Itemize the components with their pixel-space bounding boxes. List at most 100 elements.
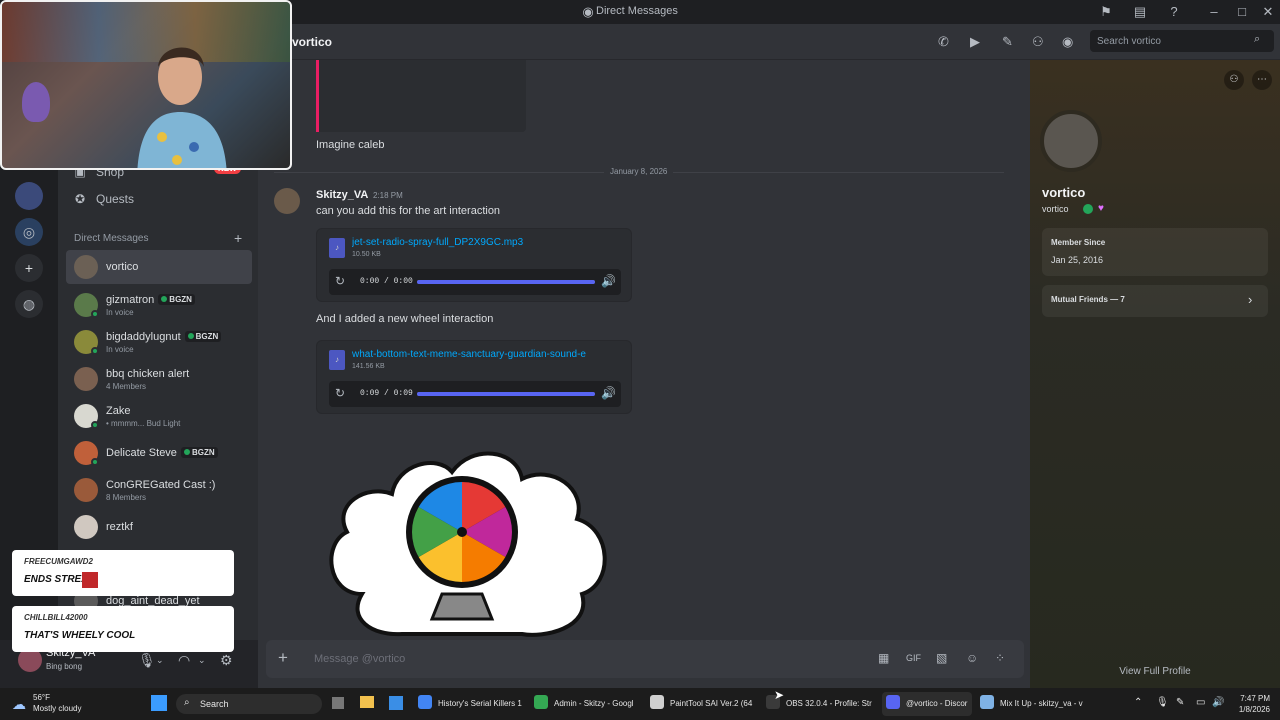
weather-widget[interactable]: 56°F Mostly cloudy [33,692,81,714]
sticker-icon[interactable]: ▧ [936,651,947,665]
gif-icon[interactable]: GIF [906,653,921,663]
dm-item-bigdaddylugnut[interactable]: bigdaddylugnut BGZN In voice [66,325,252,359]
taskbar-clock[interactable]: 7:47 PM 1/8/2026 [1228,693,1270,715]
dm-item-congregated-cast[interactable]: ConGREGated Cast :) 8 Members [66,473,252,507]
chat-username: FREECUMGAWD2 [24,557,93,566]
message-text: Imagine caleb [316,139,385,151]
add-friends-icon[interactable]: ⚇ [1032,34,1044,50]
report-flag-icon[interactable]: ⚑ [1098,4,1114,20]
volume-icon[interactable]: 🔊 [601,386,616,400]
maximize-icon[interactable]: □ [1234,4,1250,20]
replay-icon[interactable]: ↻ [335,274,345,288]
add-server-icon[interactable]: + [15,254,43,282]
discover-icon[interactable]: ◍ [15,290,43,318]
create-dm-icon[interactable]: + [234,230,242,246]
tray-overflow-icon[interactable]: ⌃ [1134,697,1142,708]
taskbar-app[interactable]: Mix It Up - skitzy_va - v [980,692,1086,716]
windows-start-icon[interactable] [151,695,167,711]
task-view-icon[interactable] [332,697,344,709]
display-icon[interactable]: ▭ [1196,697,1205,708]
message-text: And I added a new wheel interaction [316,313,494,325]
painttool-icon [650,695,664,709]
apps-icon[interactable]: ⁘ [995,651,1005,665]
streamer-image [137,47,227,168]
mutual-friends-row[interactable]: Mutual Friends — 7 › [1042,285,1268,317]
member-since-date: Jan 25, 2016 [1051,255,1104,265]
author-avatar[interactable] [274,188,300,214]
dm-subtext: In voice [106,345,134,354]
dm-item-gizmatron[interactable]: gizmatron BGZN In voice [66,288,252,322]
chevron-down-icon[interactable]: ⌄ [198,655,206,666]
plush-toy [22,82,50,122]
message-input[interactable] [314,649,834,669]
settings-gear-icon[interactable]: ⚙ [220,652,233,669]
chevron-down-icon[interactable]: ⌄ [156,655,164,666]
more-options-icon[interactable]: ⋯ [1252,70,1272,90]
file-name-link[interactable]: jet-set-radio-spray-full_DP2X9GC.mp3 [352,237,523,248]
dm-item-vortico[interactable]: vortico [66,250,252,284]
view-full-profile-link[interactable]: View Full Profile [1030,666,1280,677]
pinned-messages-icon[interactable]: ✎ [1002,34,1013,50]
taskbar-app[interactable]: PaintTool SAI Ver.2 (64 [650,692,756,716]
seek-bar[interactable] [417,280,595,284]
gift-icon[interactable]: ▦ [878,651,889,665]
avatar [74,515,98,539]
voice-call-icon[interactable]: ✆ [938,34,949,50]
profile-panel: ⚇ ⋯ vortico vortico ♥ Member Since Jan 2… [1030,60,1280,688]
server-icon[interactable] [15,182,43,210]
message-author[interactable]: Skitzy_VA [316,189,368,201]
mic-tray-icon[interactable]: 🎙 [1156,697,1169,708]
volume-icon[interactable]: 🔊 [601,274,616,288]
dm-item-delicate-steve[interactable]: Delicate Steve BGZN [66,436,252,470]
minimize-icon[interactable]: – [1206,4,1222,20]
headphones-icon[interactable]: ◠ [178,652,190,669]
search-icon: ⌕ [184,697,190,708]
date-divider-label: January 8, 2026 [604,167,674,176]
add-friend-icon[interactable]: ⚇ [1224,70,1244,90]
video-call-icon[interactable]: ▶ [970,34,980,50]
dm-item-bbq-chicken-alert[interactable]: bbq chicken alert 4 Members [66,362,252,396]
close-icon[interactable]: ✕ [1260,4,1276,20]
dm-name: reztkf [106,521,133,533]
chat-message: THAT'S WHEELY COOL [24,630,136,641]
file-name-link[interactable]: what-bottom-text-meme-sanctuary-guardian… [352,349,586,360]
dm-item-reztkf[interactable]: reztkf [66,510,252,544]
inbox-icon[interactable]: ▤ [1132,4,1148,20]
user-status: Bing bong [46,662,83,671]
user-profile-icon[interactable]: ◉ [1062,34,1073,50]
nav-quests[interactable]: ✪ Quests [72,192,134,212]
windows-taskbar: ☁ 56°F Mostly cloudy ⌕ Search History's … [0,688,1280,720]
online-status [91,421,99,429]
dm-name: ConGREGated Cast :) [106,479,216,491]
speaker-icon[interactable]: 🔊 [1212,697,1224,708]
taskbar-search-label: Search [200,699,229,709]
taskbar-app[interactable]: History's Serial Killers 1 [418,692,524,716]
taskbar-search[interactable]: ⌕ Search [176,694,322,714]
member-since-card: Member Since Jan 25, 2016 [1042,228,1268,276]
server-tag: BGZN [158,294,195,305]
audio-player: ↻ 0:00 / 0:00 🔊 [329,269,621,295]
dm-subtext: 8 Members [106,493,147,502]
taskbar-app-active[interactable]: @vortico - Discor [882,692,972,716]
seek-bar[interactable] [417,392,595,396]
replay-icon[interactable]: ↻ [335,386,345,400]
channel-name: vortico [292,35,333,49]
pen-icon[interactable]: ✎ [1176,697,1184,708]
taskbar-app[interactable]: Admin - Skitzy - Googl [534,692,640,716]
store-icon[interactable] [389,696,403,710]
file-explorer-icon[interactable] [360,696,374,708]
wheel-image[interactable] [322,444,612,638]
discord-icon: ◉ [582,4,594,19]
dm-name: bbq chicken alert [106,368,190,380]
server-icon[interactable]: ◎ [15,218,43,246]
add-attachment-icon[interactable]: + [278,648,288,668]
mic-icon[interactable]: 🎙 [138,652,156,669]
help-icon[interactable]: ? [1166,4,1182,20]
clock-date: 1/8/2026 [1238,705,1270,714]
emoji-icon[interactable]: ☺ [966,651,978,665]
dm-name: bigdaddylugnut [106,331,181,343]
search-input[interactable] [1090,30,1274,52]
profile-avatar[interactable] [1040,110,1102,172]
dm-item-zake[interactable]: Zake • mmmm... Bud Light [66,399,252,433]
mouse-cursor-icon: ➤ [774,688,785,702]
